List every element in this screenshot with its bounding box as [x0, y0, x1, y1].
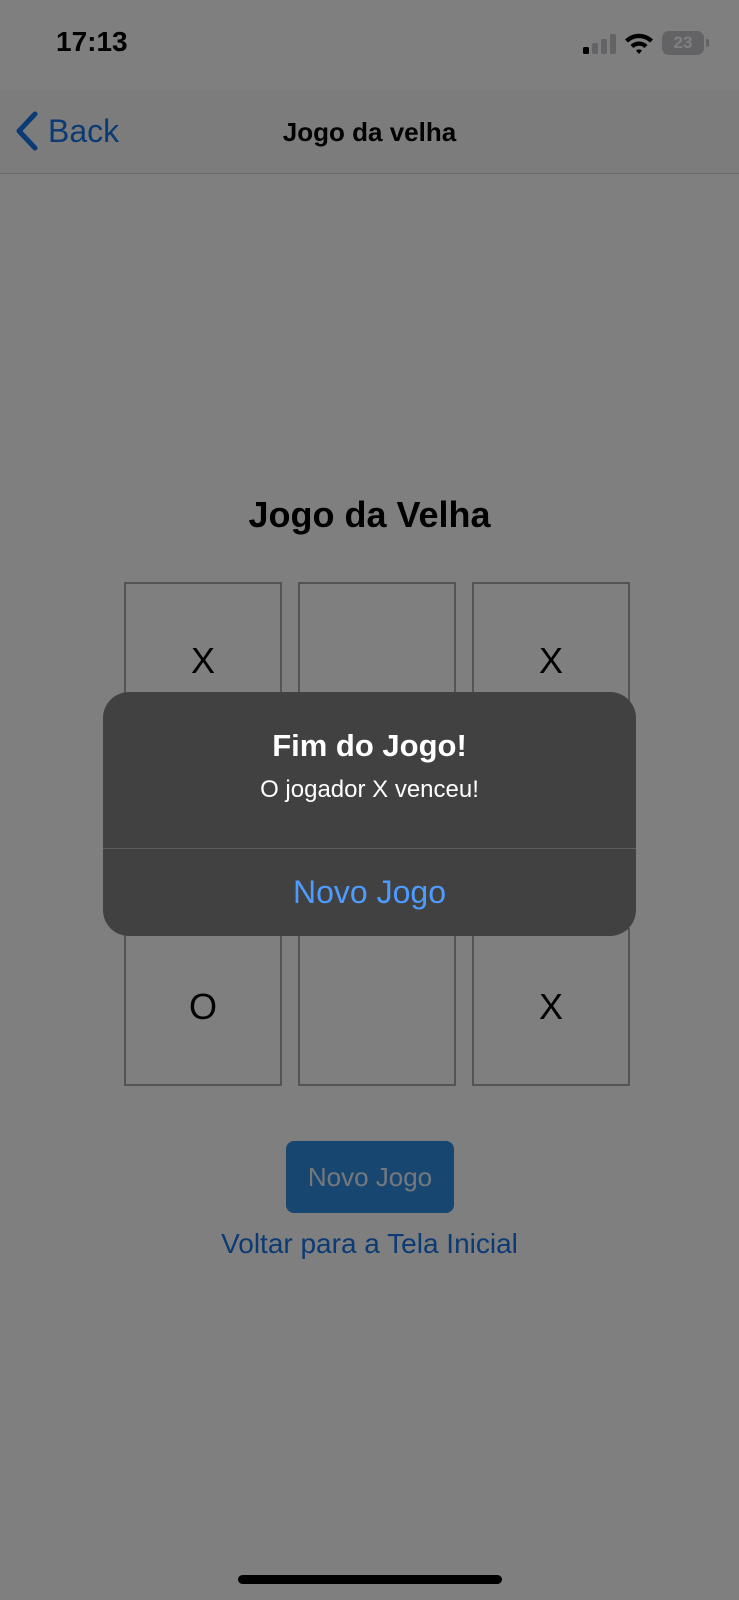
home-indicator[interactable]: [238, 1575, 502, 1584]
alert-new-game-button[interactable]: Novo Jogo: [103, 849, 636, 936]
game-over-alert: Fim do Jogo! O jogador X venceu! Novo Jo…: [103, 692, 636, 936]
alert-message: O jogador X venceu!: [260, 776, 479, 803]
alert-title: Fim do Jogo!: [272, 728, 467, 763]
